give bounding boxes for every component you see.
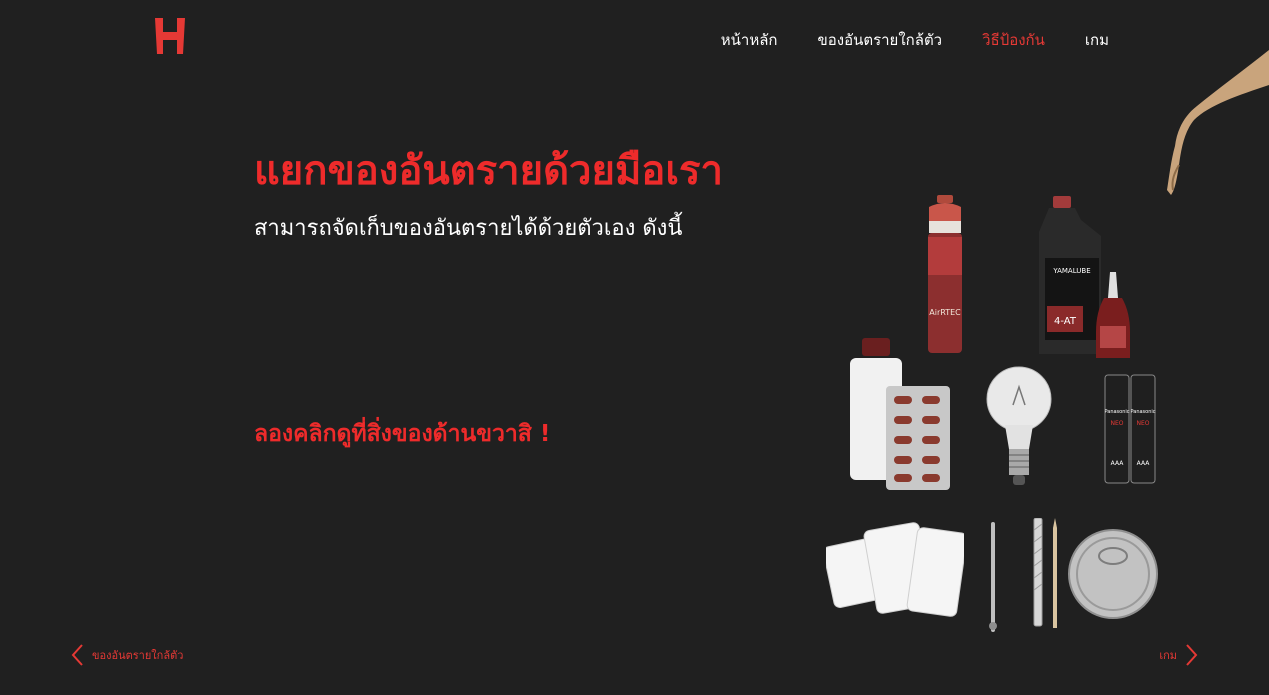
arm-illustration <box>1167 50 1269 195</box>
chevron-right-icon <box>1186 644 1198 666</box>
main-nav: หน้าหลัก ของอันตรายใกล้ตัว วิธีป้องกัน เ… <box>721 28 1109 52</box>
h-logo-icon[interactable] <box>153 16 187 56</box>
cutter-blade-item[interactable] <box>1031 518 1045 628</box>
battery-size: AAA <box>1111 460 1125 467</box>
medicine-item[interactable] <box>848 338 952 490</box>
oil-brand: YAMALUBE <box>1052 267 1090 275</box>
previous-page-label: ของอันตรายใกล้ตัว <box>92 649 184 662</box>
nail-polish-item[interactable] <box>1094 272 1132 362</box>
nav-prevention[interactable]: วิธีป้องกัน <box>982 28 1045 52</box>
spray-can-item[interactable]: AirRTEC <box>923 195 967 357</box>
svg-text:Panasonic: Panasonic <box>1130 409 1155 415</box>
face-masks-item[interactable] <box>826 520 964 626</box>
nav-dangers[interactable]: ของอันตรายใกล้ตัว <box>817 28 942 52</box>
nav-home[interactable]: หน้าหลัก <box>721 28 778 52</box>
call-to-action: ลองคลิกดูที่สิ่งของด้านขวาสิ ! <box>254 421 551 447</box>
page-subtitle: สามารถจัดเก็บของอันตรายได้ด้วยตัวเอง ดัง… <box>254 216 683 241</box>
svg-text:AAA: AAA <box>1137 460 1151 467</box>
oil-sub: 4-AT <box>1054 316 1077 327</box>
chevron-left-icon <box>71 644 83 666</box>
page-title: แยกของอันตรายด้วยมือเรา <box>254 148 723 194</box>
nav-game[interactable]: เกม <box>1085 28 1109 52</box>
next-page-label: เกม <box>1159 649 1177 662</box>
light-bulb-item[interactable] <box>985 365 1053 487</box>
battery-brand: Panasonic <box>1104 409 1129 415</box>
battery-sub: NEO <box>1110 420 1123 427</box>
svg-text:NEO: NEO <box>1136 420 1149 427</box>
previous-page-link[interactable]: ของอันตรายใกล้ตัว <box>70 643 183 667</box>
next-page-link[interactable]: เกม <box>1159 643 1199 667</box>
skewer-item[interactable] <box>1051 518 1059 628</box>
spray-label: AirRTEC <box>929 308 961 317</box>
thermometer-item[interactable] <box>988 522 998 632</box>
batteries-item[interactable]: Panasonic Panasonic NEO NEO AAA AAA <box>1103 373 1157 485</box>
can-lid-item[interactable] <box>1067 528 1159 620</box>
